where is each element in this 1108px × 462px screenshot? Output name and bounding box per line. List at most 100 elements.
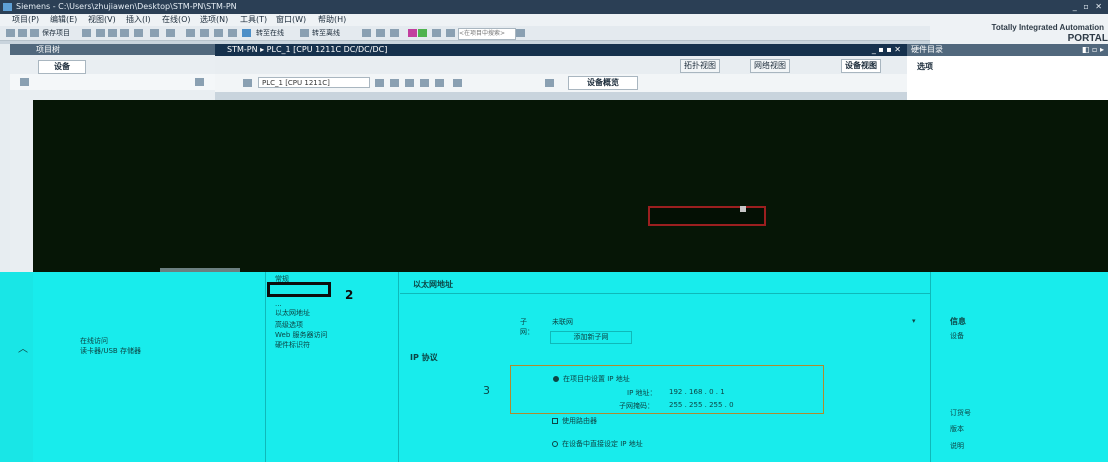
ip-protocol-title: IP 协议 bbox=[410, 353, 438, 362]
compile-icon[interactable] bbox=[186, 29, 195, 37]
copy-icon[interactable] bbox=[108, 29, 117, 37]
undo-icon[interactable] bbox=[150, 29, 159, 37]
device-tool-icon[interactable] bbox=[243, 79, 252, 87]
simulate-icon[interactable] bbox=[228, 29, 237, 37]
subnet-mask-input[interactable]: 255 . 255 . 255 . 0 bbox=[669, 401, 734, 409]
project-tree-header: 项目树 bbox=[10, 44, 215, 55]
grid-view-icon[interactable] bbox=[195, 78, 204, 86]
overview-icon[interactable] bbox=[545, 79, 554, 87]
online-icon[interactable] bbox=[242, 29, 251, 37]
inspector-nav bbox=[265, 272, 399, 462]
catalog-controls-icon[interactable]: ◧ ▫ ▸ bbox=[1082, 44, 1104, 56]
device-overview-tab[interactable]: 设备概览 bbox=[568, 76, 638, 90]
go-offline-button[interactable]: 转至离线 bbox=[312, 26, 340, 40]
cut-icon[interactable] bbox=[96, 29, 105, 37]
show-grid-icon[interactable] bbox=[420, 79, 429, 87]
search-input[interactable]: <在项目中搜索> bbox=[458, 28, 516, 40]
hardware-catalog-header: 硬件目录 ◧ ▫ ▸ bbox=[907, 44, 1108, 56]
open-project-icon[interactable] bbox=[18, 29, 27, 37]
tab-topology-view[interactable]: 拓扑视图 bbox=[680, 59, 720, 73]
download-icon[interactable] bbox=[200, 29, 209, 37]
catalog-options-label: 选项 bbox=[917, 62, 933, 71]
device-canvas[interactable] bbox=[33, 100, 1108, 272]
info-description: 说明 bbox=[950, 442, 964, 450]
tree-item-card-reader[interactable]: 读卡器/USB 存储器 bbox=[80, 346, 141, 356]
subnet-dropdown-icon[interactable]: ▾ bbox=[912, 317, 916, 325]
nav-hardware-identifier[interactable]: 硬件标识符 bbox=[275, 340, 310, 350]
radio-set-ip-in-project[interactable] bbox=[553, 376, 559, 382]
delete-icon[interactable] bbox=[134, 29, 143, 37]
print-icon[interactable] bbox=[82, 29, 91, 37]
menu-bar: 项目(P) 编辑(E) 视图(V) 插入(I) 在线(O) 选项(N) 工具(T… bbox=[0, 14, 930, 26]
step-number-2: 2 bbox=[345, 288, 354, 302]
ethernet-address-title: 以太网地址 bbox=[413, 280, 453, 289]
zoom-in-icon[interactable] bbox=[435, 79, 444, 87]
new-project-icon[interactable] bbox=[6, 29, 15, 37]
search-icon[interactable] bbox=[516, 29, 525, 37]
device-selector-dropdown[interactable]: PLC_1 [CPU 1211C] bbox=[258, 77, 370, 88]
redo-icon[interactable] bbox=[166, 29, 175, 37]
cross-reference-icon[interactable] bbox=[408, 29, 417, 37]
editor-window-controls[interactable]: _ ▪ ▪ ✕ bbox=[872, 44, 901, 56]
upload-icon[interactable] bbox=[214, 29, 223, 37]
menu-options[interactable]: 选项(N) bbox=[200, 14, 228, 26]
window-title: Siemens - C:\Users\zhujiawen\Desktop\STM… bbox=[16, 2, 237, 11]
ip-settings-highlight: 在项目中设置 IP 地址 IP 地址： 192 . 168 . 0 . 1 子网… bbox=[510, 365, 824, 414]
window-controls[interactable]: _ ▫ ✕ bbox=[1073, 0, 1104, 14]
brand-line-2: PORTAL bbox=[1067, 33, 1108, 44]
accessible-devices-icon[interactable] bbox=[362, 29, 371, 37]
menu-tools[interactable]: 工具(T) bbox=[240, 14, 267, 26]
menu-online[interactable]: 在线(O) bbox=[162, 14, 191, 26]
radio-set-ip-on-device[interactable] bbox=[552, 441, 558, 447]
tab-network-view[interactable]: 网络视图 bbox=[750, 59, 790, 73]
info-version: 版本 bbox=[950, 425, 964, 433]
split-vertical-icon[interactable] bbox=[446, 29, 455, 37]
nav-item-2[interactable]: ... bbox=[275, 300, 282, 308]
paste-icon[interactable] bbox=[120, 29, 129, 37]
menu-insert[interactable]: 插入(I) bbox=[126, 14, 151, 26]
tab-device-view[interactable]: 设备视图 bbox=[841, 59, 881, 73]
offline-icon[interactable] bbox=[300, 29, 309, 37]
use-router-checkbox[interactable] bbox=[552, 418, 558, 424]
lower-left-strip bbox=[0, 272, 34, 462]
tia-brand: Totally Integrated Automation PORTAL bbox=[930, 14, 1108, 44]
menu-help[interactable]: 帮助(H) bbox=[318, 14, 346, 26]
main-toolbar: 保存项目 转至在线 转至离线 <在项目中搜索> bbox=[0, 26, 930, 41]
subnet-select[interactable]: 未联网 bbox=[552, 317, 573, 327]
menu-project[interactable]: 项目(P) bbox=[12, 14, 39, 26]
menu-window[interactable]: 窗口(W) bbox=[276, 14, 306, 26]
table-icon[interactable] bbox=[375, 79, 384, 87]
ip-address-label: IP 地址： bbox=[627, 389, 657, 397]
labels-icon[interactable] bbox=[390, 79, 399, 87]
ethernet-port-highlight[interactable] bbox=[648, 206, 766, 226]
app-icon bbox=[3, 3, 12, 11]
zoom-icon[interactable] bbox=[453, 79, 462, 87]
split-horizontal-icon[interactable] bbox=[432, 29, 441, 37]
info-title[interactable]: 信息 bbox=[950, 316, 966, 327]
set-ip-on-device-label: 在设备中直接设定 IP 地址 bbox=[562, 440, 643, 448]
device-icon[interactable] bbox=[20, 78, 29, 86]
devices-toolbar bbox=[10, 74, 215, 90]
save-icon[interactable] bbox=[30, 29, 39, 37]
selected-nav-highlight[interactable] bbox=[267, 282, 331, 297]
menu-edit[interactable]: 编辑(E) bbox=[50, 14, 77, 26]
stop-cpu-icon[interactable] bbox=[390, 29, 399, 37]
editor-header: STM-PN ▸ PLC_1 [CPU 1211C DC/DC/DC] _ ▪ … bbox=[215, 44, 907, 56]
view-tabs-bar: 拓扑视图 网络视图 设备视图 bbox=[215, 56, 907, 75]
devices-tab[interactable]: 设备 bbox=[38, 60, 86, 74]
subnet-mask-label: 子网掩码： bbox=[619, 402, 654, 410]
save-project-button[interactable]: 保存项目 bbox=[42, 26, 70, 40]
add-new-subnet-button[interactable]: 添加新子网 bbox=[550, 331, 632, 344]
start-cpu-icon[interactable] bbox=[376, 29, 385, 37]
menu-view[interactable]: 视图(V) bbox=[88, 14, 116, 26]
split-editor-icon[interactable] bbox=[418, 29, 427, 37]
nav-advanced-options[interactable]: 高级选项 bbox=[275, 320, 303, 330]
step-number-3: 3 bbox=[483, 384, 490, 397]
ip-address-input[interactable]: 192 . 168 . 0 . 1 bbox=[669, 388, 725, 396]
collapse-icon[interactable]: ︿ bbox=[18, 340, 28, 355]
tree-item-online-access[interactable]: 在线访问 bbox=[80, 336, 108, 346]
nav-web-server-access[interactable]: Web 服务器访问 bbox=[275, 330, 328, 340]
brand-line-1: Totally Integrated Automation bbox=[991, 23, 1104, 32]
go-online-button[interactable]: 转至在线 bbox=[256, 26, 284, 40]
page-break-icon[interactable] bbox=[405, 79, 414, 87]
